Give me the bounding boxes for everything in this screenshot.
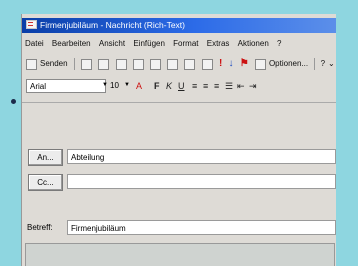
send-button[interactable]: Senden <box>40 55 68 73</box>
menu-einfuegen[interactable]: Einfügen <box>133 39 165 48</box>
help-button[interactable]: ? <box>321 55 325 73</box>
window-title: Firmenjubiläum - Nachricht (Rich-Text) <box>40 20 186 30</box>
copy-icon[interactable] <box>132 58 144 70</box>
formatting-toolbar: Arial ▼ 10 ▼ A F K U ≡ ≡ ≡ ☰ ⇤ ⇥ <box>22 79 336 95</box>
align-right-icon[interactable]: ≡ <box>214 79 219 93</box>
cut-icon[interactable] <box>115 58 127 70</box>
subject-label: Betreff: <box>27 223 53 232</box>
envelope-icon <box>26 20 37 29</box>
send-icon <box>26 58 37 70</box>
font-dropdown-icon[interactable]: ▼ <box>102 82 108 88</box>
print-icon[interactable] <box>98 58 110 70</box>
high-importance-icon[interactable]: ! <box>219 55 222 73</box>
bullets-icon[interactable]: ☰ <box>225 79 233 93</box>
font-select[interactable]: Arial <box>26 79 106 93</box>
decrease-indent-icon[interactable]: ⇤ <box>237 79 245 93</box>
menu-aktionen[interactable]: Aktionen <box>238 39 269 48</box>
title-bar: Firmenjubiläum - Nachricht (Rich-Text) <box>22 18 336 33</box>
cc-button[interactable]: Cc... <box>28 174 63 191</box>
align-center-icon[interactable]: ≡ <box>203 79 208 93</box>
italic-button[interactable]: K <box>166 79 172 93</box>
menu-help[interactable]: ? <box>277 39 281 48</box>
save-icon[interactable] <box>81 58 93 70</box>
menu-extras[interactable]: Extras <box>207 39 230 48</box>
message-window: Firmenjubiläum - Nachricht (Rich-Text) D… <box>21 14 336 266</box>
increase-indent-icon[interactable]: ⇥ <box>249 79 257 93</box>
font-color-button[interactable]: A <box>136 79 142 93</box>
chevron-down-icon[interactable]: ⌄ <box>328 55 335 73</box>
low-importance-icon[interactable]: ↓ <box>229 55 234 73</box>
menu-bearbeiten[interactable]: Bearbeiten <box>52 39 91 48</box>
align-left-icon[interactable]: ≡ <box>192 79 197 93</box>
toolbar-separator <box>73 58 75 70</box>
menu-ansicht[interactable]: Ansicht <box>99 39 125 48</box>
bold-button[interactable]: F <box>154 79 160 93</box>
size-dropdown-icon[interactable]: ▼ <box>124 82 130 88</box>
toolbar-separator <box>314 58 316 70</box>
options-button[interactable]: Optionen... <box>269 55 308 73</box>
message-body[interactable] <box>25 243 335 266</box>
menu-bar: Datei Bearbeiten Ansicht Einfügen Format… <box>22 37 336 51</box>
message-header: An... Abteilung Cc... <box>22 102 336 213</box>
attach-icon[interactable] <box>167 58 179 70</box>
to-field[interactable]: Abteilung <box>67 149 336 164</box>
paste-icon[interactable] <box>150 58 161 70</box>
background-dot <box>11 99 16 104</box>
subject-field[interactable]: Firmenjubiläum <box>67 220 336 235</box>
standard-toolbar: Senden ! ↓ ⚑ Optionen... ? ⌄ <box>22 55 336 73</box>
menu-datei[interactable]: Datei <box>25 39 44 48</box>
flag-icon[interactable]: ⚑ <box>240 55 249 73</box>
menu-format[interactable]: Format <box>173 39 198 48</box>
check-names-icon[interactable] <box>201 58 213 70</box>
to-button[interactable]: An... <box>28 149 63 166</box>
underline-button[interactable]: U <box>178 79 185 93</box>
address-book-icon[interactable] <box>184 58 196 70</box>
options-icon <box>254 58 266 70</box>
cc-field[interactable] <box>67 174 336 189</box>
